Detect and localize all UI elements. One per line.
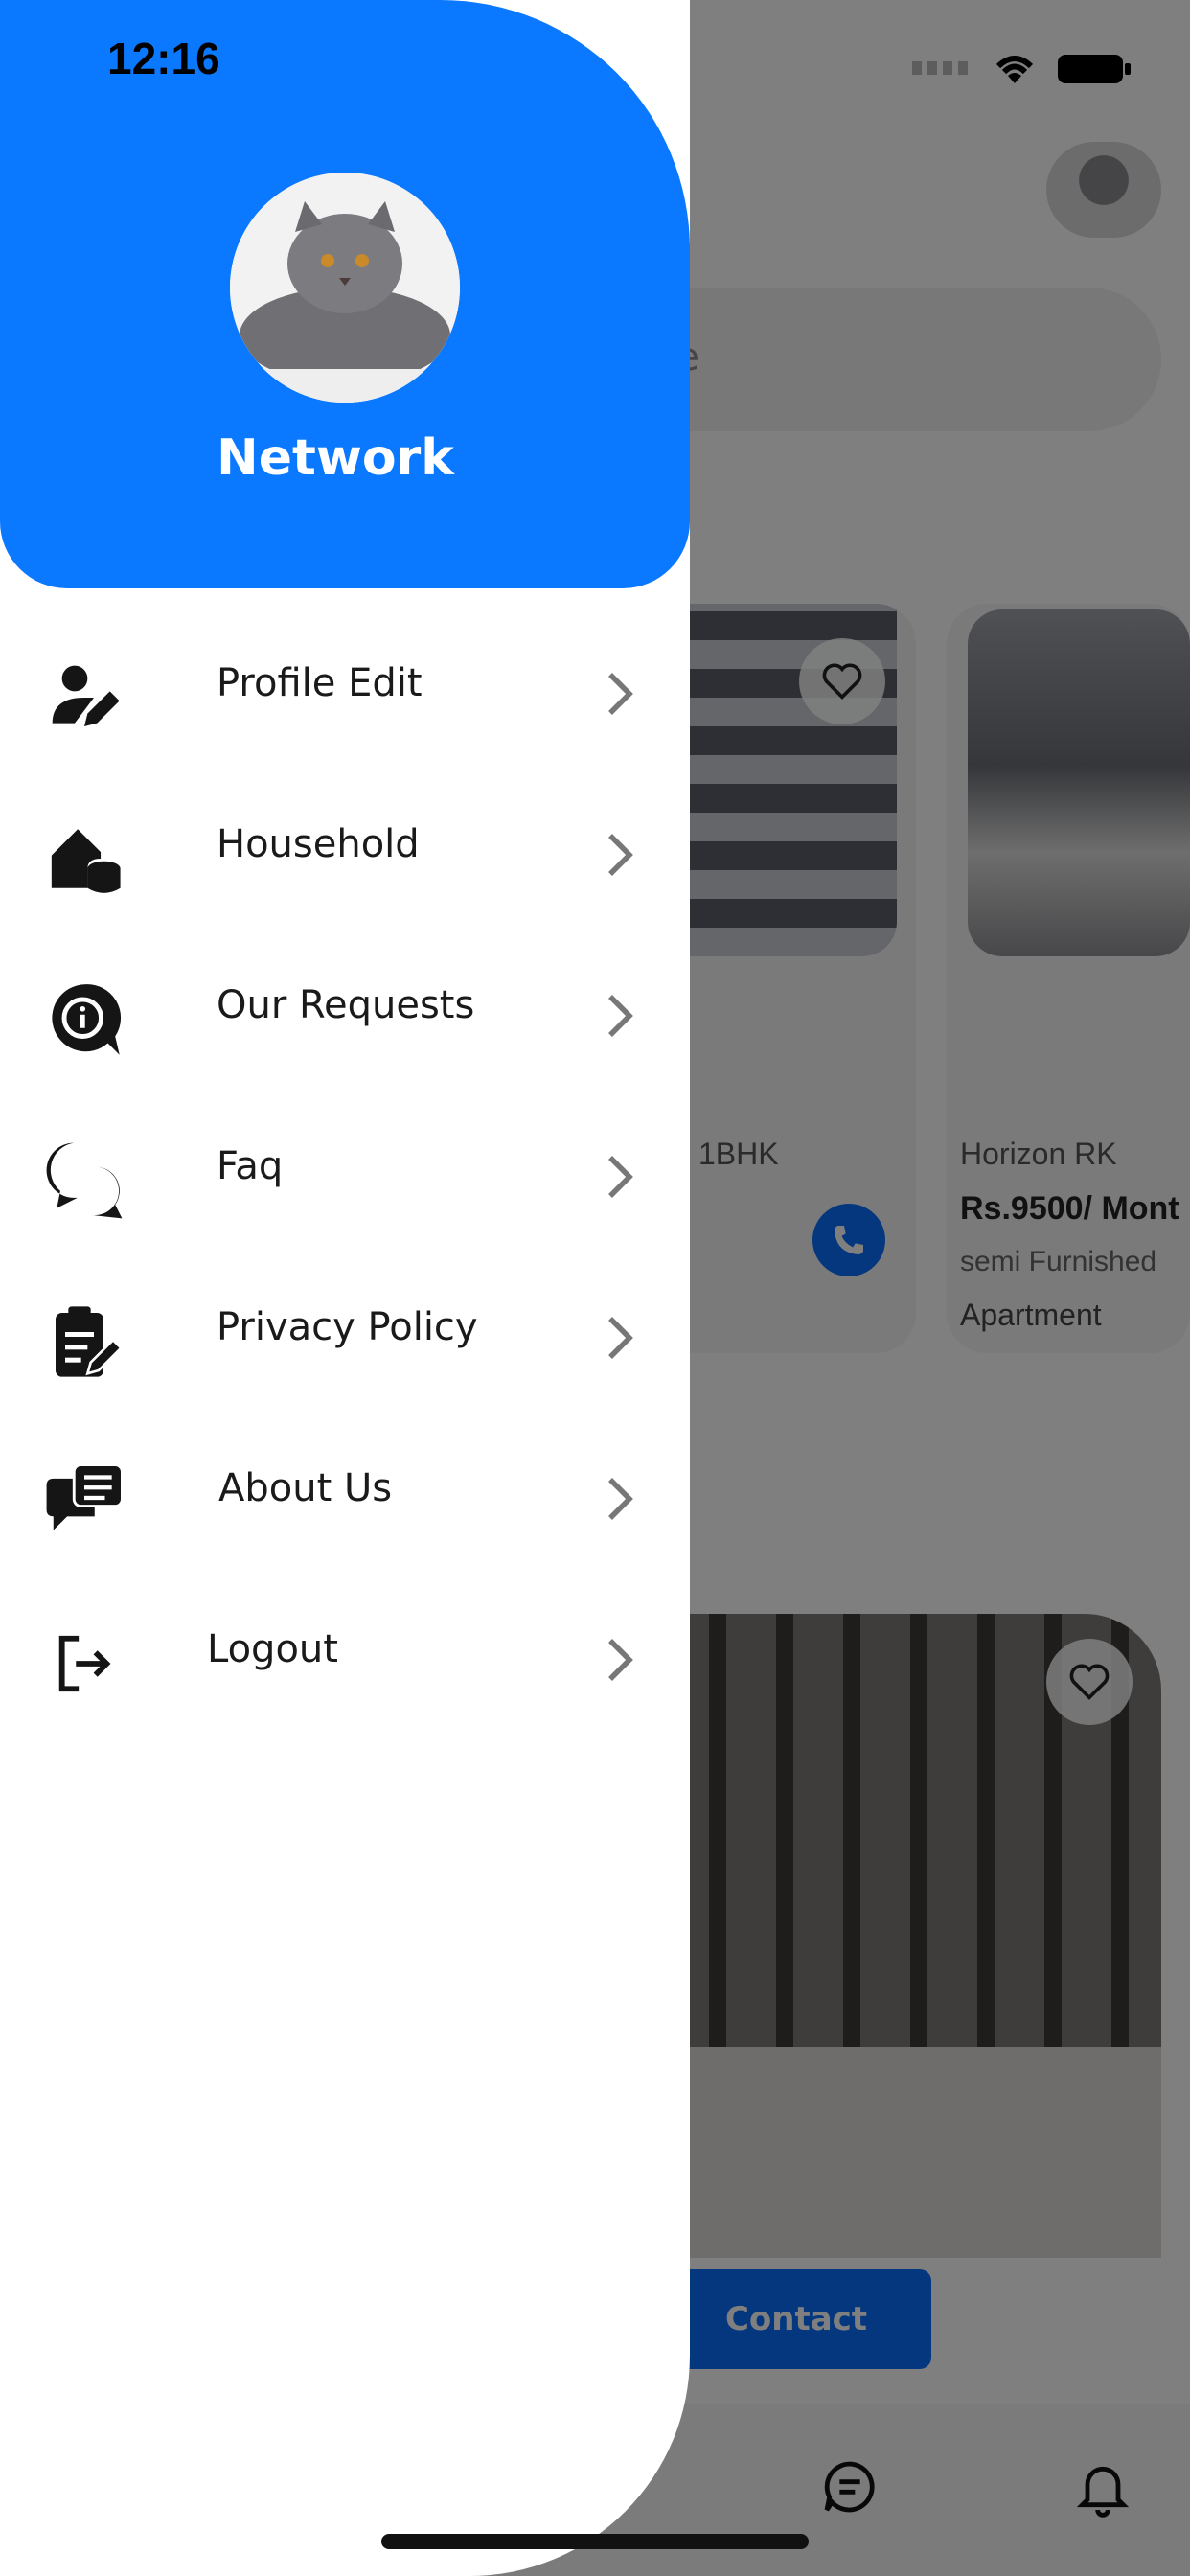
chevron-right-icon — [596, 826, 644, 884]
user-edit-icon — [38, 652, 130, 744]
menu-item-label: Household — [217, 822, 420, 866]
menu-item-label: Faq — [217, 1144, 284, 1188]
menu-item-label: Logout — [207, 1627, 338, 1671]
profile-avatar[interactable] — [230, 172, 460, 402]
side-drawer: 12:16 Network Profile Edit Household Our… — [0, 0, 690, 2576]
chevron-right-icon — [596, 987, 644, 1045]
chevron-right-icon — [596, 1470, 644, 1528]
chevron-right-icon — [596, 1148, 644, 1206]
house-database-icon — [38, 813, 130, 905]
message-icon — [38, 1457, 130, 1549]
menu-item-our-requests[interactable]: Our Requests — [0, 935, 690, 1096]
menu-item-label: Privacy Policy — [217, 1305, 478, 1349]
cat-photo — [230, 172, 460, 402]
drawer-header: 12:16 Network — [0, 0, 690, 588]
menu-item-label: Profile Edit — [217, 661, 423, 705]
menu-item-household[interactable]: Household — [0, 774, 690, 935]
menu-item-privacy-policy[interactable]: Privacy Policy — [0, 1257, 690, 1418]
menu-item-faq[interactable]: ? Faq — [0, 1096, 690, 1257]
menu-item-label: Our Requests — [217, 983, 475, 1027]
chevron-right-icon — [596, 1631, 644, 1689]
svg-text:?: ? — [64, 1154, 84, 1193]
chevron-right-icon — [596, 665, 644, 723]
menu-item-label: About Us — [218, 1466, 393, 1510]
clipboard-edit-icon — [38, 1296, 130, 1388]
info-bubble-icon — [38, 974, 130, 1066]
question-chat-icon: ? — [38, 1135, 130, 1227]
menu-item-logout[interactable]: Logout — [0, 1579, 690, 1740]
status-time: 12:16 — [107, 34, 220, 83]
chevron-right-icon — [596, 1309, 644, 1367]
drawer-title: Network — [217, 429, 454, 487]
menu-item-profile-edit[interactable]: Profile Edit — [0, 613, 690, 774]
menu-item-about-us[interactable]: About Us — [0, 1418, 690, 1579]
logout-icon — [38, 1618, 130, 1710]
home-indicator[interactable] — [381, 2534, 809, 2549]
